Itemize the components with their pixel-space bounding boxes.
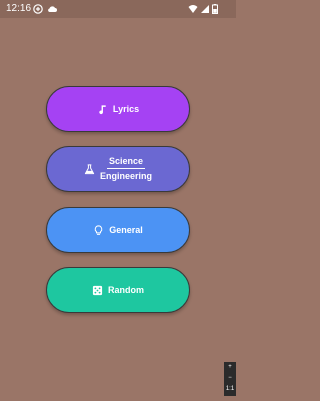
zoom-reset-button[interactable]: 1:1 xyxy=(224,384,236,395)
lightbulb-icon xyxy=(95,224,103,235)
zoom-in-button[interactable]: + xyxy=(224,362,236,373)
zoom-controls: + − 1:1 xyxy=(224,362,236,396)
science-label: Science xyxy=(106,156,145,169)
zoom-out-button[interactable]: − xyxy=(224,373,236,384)
flask-icon xyxy=(84,163,95,174)
lyrics-button[interactable]: Lyrics xyxy=(46,86,190,132)
wifi-icon xyxy=(188,5,198,13)
random-button[interactable]: Random xyxy=(46,267,190,313)
music-note-icon xyxy=(99,104,106,114)
battery-icon xyxy=(212,4,218,14)
science-engineering-button[interactable]: Science Engineering xyxy=(46,146,190,192)
general-label: General xyxy=(109,225,143,235)
status-bar: 12:16 xyxy=(0,0,236,18)
cloud-icon xyxy=(48,6,57,12)
lyrics-label: Lyrics xyxy=(112,104,140,114)
random-label: Random xyxy=(108,285,144,295)
signal-icon xyxy=(201,5,209,13)
app-notification-icon xyxy=(33,4,43,14)
dice-icon xyxy=(92,285,103,295)
science-engineering-label: Science Engineering xyxy=(100,156,152,182)
status-time: 12:16 xyxy=(6,3,32,14)
general-button[interactable]: General xyxy=(46,207,190,253)
engineering-label: Engineering xyxy=(99,171,152,181)
